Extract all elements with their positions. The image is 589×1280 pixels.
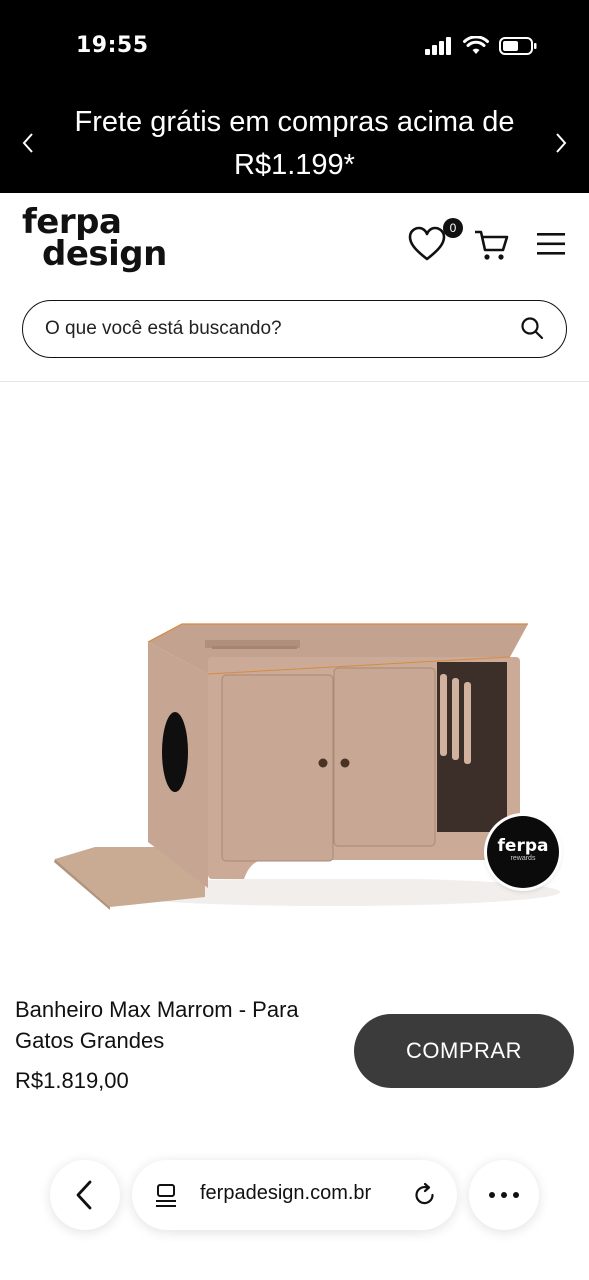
signal-icon xyxy=(425,37,451,55)
logo-line-2: design xyxy=(42,234,167,274)
product-name[interactable]: Banheiro Max Marrom - Para Gatos Grandes xyxy=(15,994,335,1056)
rewards-badge[interactable]: ferpa rewards xyxy=(487,816,559,888)
wishlist-count-badge: 0 xyxy=(443,218,463,238)
reader-icon[interactable] xyxy=(154,1182,180,1208)
promo-next-icon[interactable] xyxy=(551,128,571,158)
search-bar[interactable] xyxy=(22,300,567,358)
brand-logo[interactable]: ferpa design xyxy=(22,205,167,274)
status-icons xyxy=(425,36,537,56)
browser-back-button[interactable] xyxy=(50,1160,120,1230)
wifi-icon xyxy=(463,36,489,54)
promo-text: Frete grátis em compras acima de R$1.199… xyxy=(74,106,515,181)
browser-url: ferpadesign.com.br xyxy=(200,1182,372,1204)
cart-icon[interactable] xyxy=(474,228,510,262)
browser-more-button[interactable] xyxy=(469,1160,539,1230)
product-image[interactable] xyxy=(0,382,589,982)
reload-icon[interactable] xyxy=(412,1182,438,1208)
promo-prev-icon[interactable] xyxy=(18,128,38,158)
status-time: 19:55 xyxy=(76,33,149,58)
search-input[interactable] xyxy=(45,301,515,356)
top-banner: 19:55 Frete grátis em compras acima de R… xyxy=(0,0,589,193)
chevron-left-icon xyxy=(76,1180,92,1210)
battery-icon xyxy=(499,37,537,55)
heart-icon[interactable] xyxy=(408,226,446,262)
product-price: R$1.819,00 xyxy=(15,1068,129,1093)
buy-button[interactable]: COMPRAR xyxy=(354,1014,574,1088)
menu-icon[interactable] xyxy=(536,231,566,257)
rewards-badge-title: ferpa xyxy=(497,836,549,856)
more-icon xyxy=(489,1192,519,1198)
browser-address-bar[interactable]: ferpadesign.com.br xyxy=(132,1160,457,1230)
search-icon[interactable] xyxy=(520,316,544,340)
rewards-badge-subtitle: rewards xyxy=(510,855,536,862)
